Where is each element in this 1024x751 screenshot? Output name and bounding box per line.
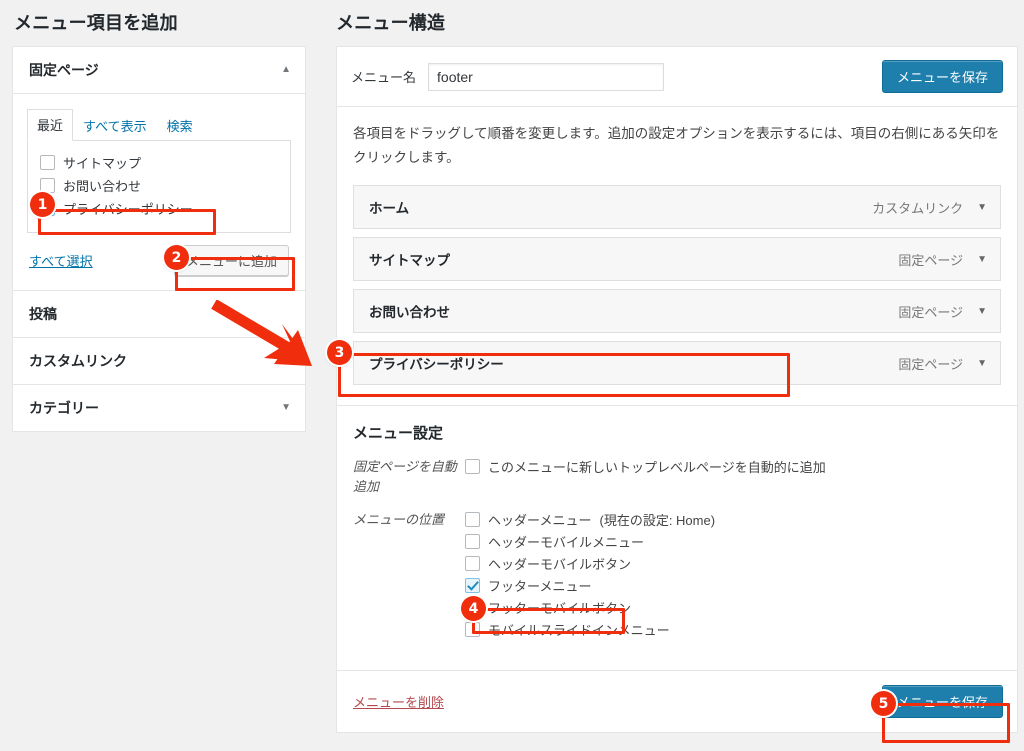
menu-structure-panel: メニュー構造 メニュー名 メニューを保存 各項目をドラッグして順番を変更します。…: [330, 0, 1024, 751]
location-label: フッターメニュー: [488, 579, 592, 595]
chevron-down-icon[interactable]: ▼: [977, 254, 987, 265]
menu-structure-box: メニュー名 メニューを保存 各項目をドラッグして順番を変更します。追加の設定オプ…: [336, 46, 1018, 734]
accordion-section-pages: 固定ページ ▲ 最近 すべて表示 検索 サイトマップ お問い合わせ プライバシー…: [12, 46, 306, 290]
menu-locations-label: メニューの位置: [353, 512, 445, 528]
menu-locations-row: メニューの位置 ヘッダーメニュー (現在の設定: Home) ヘッダーモバイルメ…: [353, 510, 1001, 642]
checkbox-mobile-slidein-menu[interactable]: [465, 622, 480, 638]
accordion-title-categories: カテゴリー: [29, 400, 99, 416]
checkbox-privacy-policy[interactable]: [40, 201, 55, 216]
checkbox-header-mobile-menu[interactable]: [465, 534, 480, 550]
location-label: ヘッダーモバイルボタン: [488, 557, 632, 573]
auto-add-pages-label: 固定ページを自動追加: [353, 459, 457, 494]
checkbox-header-mobile-button[interactable]: [465, 556, 480, 572]
location-label: ヘッダーモバイルメニュー: [488, 535, 645, 551]
accordion-title-posts: 投稿: [29, 306, 57, 322]
accordion-title-pages: 固定ページ: [29, 62, 99, 78]
accordion-section-categories: カテゴリー ▼: [12, 384, 306, 432]
tab-search[interactable]: 検索: [157, 110, 203, 141]
pages-checkbox-list: サイトマップ お問い合わせ プライバシーポリシー: [27, 141, 291, 233]
chevron-down-icon[interactable]: ▼: [281, 403, 291, 413]
accordion-section-posts: 投稿: [12, 290, 306, 337]
list-item-label: サイトマップ: [63, 156, 142, 171]
location-label: フッターモバイルボタン: [488, 601, 632, 617]
select-all-link[interactable]: すべて選択: [29, 251, 93, 270]
delete-menu-link[interactable]: メニューを削除: [353, 692, 444, 711]
menu-structure-footer: メニューを削除 メニューを保存: [337, 670, 1017, 733]
add-to-menu-button[interactable]: メニューに追加: [173, 245, 289, 276]
location-option-header-mobile-button[interactable]: ヘッダーモバイルボタン: [465, 554, 1001, 573]
accordion-title-custom-links: カスタムリンク: [29, 353, 127, 369]
location-note: (現在の設定: Home): [599, 513, 716, 529]
accordion-header-categories[interactable]: カテゴリー ▼: [13, 385, 305, 431]
checkbox-contact[interactable]: [40, 178, 55, 193]
table-row[interactable]: ホーム カスタムリンク ▼: [353, 185, 1001, 230]
location-label: モバイルスライドインメニュー: [488, 623, 670, 639]
checkbox-header-menu[interactable]: [465, 512, 480, 528]
checkbox-footer-mobile-button[interactable]: [465, 600, 480, 616]
menu-items-list: ホーム カスタムリンク ▼ サイトマップ 固定ページ ▼ お問い合わせ 固定ペー…: [337, 185, 1017, 405]
list-item-label: プライバシーポリシー: [63, 202, 193, 217]
menu-item-type: カスタムリンク: [872, 200, 964, 216]
save-menu-button-bottom[interactable]: メニューを保存: [881, 685, 1003, 719]
page-title-add-items: メニュー項目を追加: [14, 13, 178, 33]
menu-settings-heading: メニュー設定: [353, 425, 444, 443]
table-row[interactable]: サイトマップ 固定ページ ▼: [353, 237, 1001, 282]
location-label: ヘッダーメニュー: [488, 513, 592, 529]
page-title-menu-structure: メニュー構造: [336, 13, 446, 33]
checkbox-footer-menu[interactable]: [465, 578, 480, 594]
chevron-down-icon[interactable]: ▼: [281, 356, 291, 366]
location-option-footer-mobile-button[interactable]: フッターモバイルボタン: [465, 598, 1001, 617]
menu-item-type: 固定ページ: [898, 304, 964, 320]
checkbox-auto-add-pages[interactable]: [465, 459, 480, 475]
menu-item-title: お問い合わせ: [369, 305, 450, 321]
drag-hint-text: 各項目をドラッグして順番を変更します。追加の設定オプションを表示するには、項目の…: [353, 126, 1000, 165]
add-menu-items-panel: メニュー項目を追加 固定ページ ▲ 最近 すべて表示 検索 サイトマップ お問い…: [0, 0, 318, 751]
menu-settings-section: メニュー設定 固定ページを自動追加 このメニューに新しいトップレベルページを自動…: [337, 405, 1017, 670]
menu-item-title: サイトマップ: [369, 253, 450, 269]
location-option-mobile-slidein-menu[interactable]: モバイルスライドインメニュー: [465, 620, 1001, 639]
chevron-down-icon[interactable]: ▼: [977, 202, 987, 213]
accordion-header-posts[interactable]: 投稿: [13, 291, 305, 337]
menu-item-type: 固定ページ: [898, 356, 964, 372]
accordion-header-custom-links[interactable]: カスタムリンク ▼: [13, 338, 305, 384]
tab-recent[interactable]: 最近: [27, 109, 74, 141]
auto-add-pages-option[interactable]: このメニューに新しいトップレベルページを自動的に追加: [465, 457, 1001, 476]
menu-locations-list: ヘッダーメニュー (現在の設定: Home) ヘッダーモバイルメニュー ヘッダー…: [465, 510, 1001, 642]
post-type-accordion: 固定ページ ▲ 最近 すべて表示 検索 サイトマップ お問い合わせ プライバシー…: [12, 46, 306, 432]
accordion-header-pages[interactable]: 固定ページ ▲: [13, 47, 305, 94]
save-menu-button-top[interactable]: メニューを保存: [881, 60, 1003, 93]
list-item[interactable]: プライバシーポリシー: [38, 197, 280, 220]
location-option-header-menu[interactable]: ヘッダーメニュー (現在の設定: Home): [465, 510, 1001, 529]
menu-name-row: メニュー名 メニューを保存: [337, 47, 1017, 107]
table-row[interactable]: お問い合わせ 固定ページ ▼: [353, 289, 1001, 334]
accordion-section-custom-links: カスタムリンク ▼: [12, 337, 306, 384]
chevron-down-icon[interactable]: ▼: [977, 306, 987, 317]
screen-root: メニュー項目を追加 固定ページ ▲ 最近 すべて表示 検索 サイトマップ お問い…: [0, 0, 1024, 751]
list-item-label: お問い合わせ: [63, 179, 142, 194]
location-option-footer-menu[interactable]: フッターメニュー: [465, 576, 1001, 595]
menu-item-title: プライバシーポリシー: [369, 357, 504, 373]
auto-add-pages-option-label: このメニューに新しいトップレベルページを自動的に追加: [488, 460, 826, 476]
location-option-header-mobile-menu[interactable]: ヘッダーモバイルメニュー: [465, 532, 1001, 551]
checkbox-sitemap[interactable]: [40, 155, 55, 170]
pages-tabs: 最近 すべて表示 検索: [27, 108, 291, 141]
menu-name-label: メニュー名: [351, 70, 417, 85]
list-item[interactable]: サイトマップ: [38, 151, 280, 174]
pages-actions: すべて選択 メニューに追加: [27, 233, 291, 278]
auto-add-pages-row: 固定ページを自動追加 このメニューに新しいトップレベルページを自動的に追加: [353, 457, 1001, 496]
table-row[interactable]: プライバシーポリシー 固定ページ ▼: [353, 341, 1001, 386]
chevron-down-icon[interactable]: ▼: [977, 358, 987, 369]
menu-item-type: 固定ページ: [898, 252, 964, 268]
tab-view-all[interactable]: すべて表示: [73, 110, 157, 141]
list-item[interactable]: お問い合わせ: [38, 174, 280, 197]
accordion-body-pages: 最近 すべて表示 検索 サイトマップ お問い合わせ プライバシーポリシー すべて…: [13, 94, 305, 290]
menu-name-input[interactable]: [428, 62, 664, 91]
menu-item-title: ホーム: [369, 201, 410, 217]
chevron-up-icon[interactable]: ▲: [281, 65, 291, 75]
